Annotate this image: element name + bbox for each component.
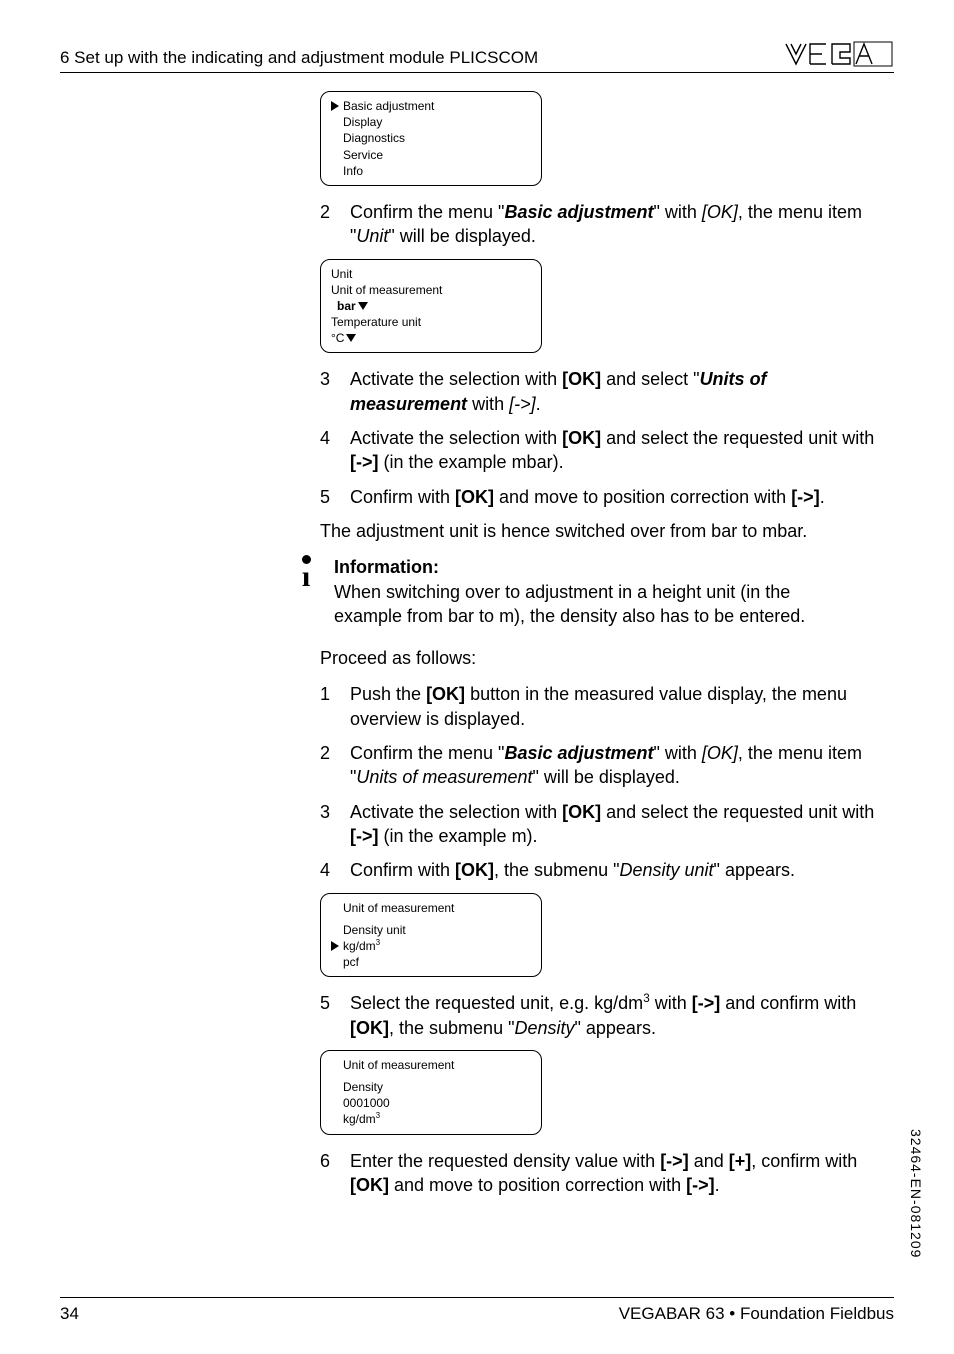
lcd-menu-main: Basic adjustment Display Diagnostics Ser…	[320, 91, 542, 186]
page-number: 34	[60, 1304, 79, 1324]
step-item: 3 Activate the selection with [OK] and s…	[320, 367, 884, 416]
step-item: 5 Confirm with [OK] and move to position…	[320, 485, 884, 509]
info-icon: ı	[294, 555, 318, 587]
step-number: 5	[320, 485, 350, 509]
lcd-item: bar	[337, 298, 356, 314]
lcd-item: pcf	[343, 954, 359, 970]
lcd-item: Unit	[331, 266, 352, 282]
lcd-item: Density unit	[343, 922, 406, 938]
lcd-item: Basic adjustment	[343, 98, 434, 114]
vega-logo	[784, 40, 894, 68]
section-header: 6 Set up with the indicating and adjustm…	[60, 48, 538, 68]
step-item: 5 Select the requested unit, e.g. kg/dm3…	[320, 991, 884, 1040]
step-number: 1	[320, 682, 350, 706]
pointer-icon	[331, 941, 339, 951]
lcd-unit: Unit Unit of measurement bar Temperature…	[320, 259, 542, 354]
lcd-item: Unit of measurement	[331, 282, 442, 298]
lcd-item: Info	[343, 163, 363, 179]
lcd-density: Unit of measurement Density 0001000 kg/d…	[320, 1050, 542, 1135]
product-name: VEGABAR 63 • Foundation Fieldbus	[619, 1304, 894, 1324]
lcd-item: Density	[343, 1079, 383, 1095]
lcd-item: 0001000	[343, 1095, 390, 1111]
step-number: 3	[320, 800, 350, 824]
lcd-item: Diagnostics	[343, 130, 405, 146]
lcd-item: Unit of measurement	[343, 900, 454, 916]
step-number: 2	[320, 200, 350, 224]
lcd-density-unit: Unit of measurement Density unit kg/dm3 …	[320, 893, 542, 978]
paragraph: Proceed as follows:	[320, 646, 884, 670]
step-item: 4 Confirm with [OK], the submenu "Densit…	[320, 858, 884, 882]
info-title: Information:	[334, 557, 439, 577]
lcd-item: Display	[343, 114, 382, 130]
pointer-icon	[331, 101, 339, 111]
lcd-item: Service	[343, 147, 383, 163]
info-body: When switching over to adjustment in a h…	[334, 582, 805, 626]
step-number: 4	[320, 858, 350, 882]
lcd-item: Unit of measurement	[343, 1057, 454, 1073]
paragraph: The adjustment unit is hence switched ov…	[320, 519, 884, 543]
step-number: 2	[320, 741, 350, 765]
step-item: 2 Confirm the menu "Basic adjustment" wi…	[320, 741, 884, 790]
lcd-item: °C	[331, 330, 344, 346]
lcd-item: kg/dm3	[343, 938, 380, 954]
chevron-down-icon	[358, 302, 368, 310]
chevron-down-icon	[346, 334, 356, 342]
lcd-item: Temperature unit	[331, 314, 421, 330]
step-item: 4 Activate the selection with [OK] and s…	[320, 426, 884, 475]
lcd-item: kg/dm3	[343, 1111, 380, 1127]
step-number: 4	[320, 426, 350, 450]
step-item: 3 Activate the selection with [OK] and s…	[320, 800, 884, 849]
step-number: 3	[320, 367, 350, 391]
step-number: 5	[320, 991, 350, 1015]
doc-number-vertical: 32464-EN-081209	[908, 1129, 924, 1258]
step-item: 6 Enter the requested density value with…	[320, 1149, 884, 1198]
step-number: 6	[320, 1149, 350, 1173]
step-item: 2 Confirm the menu "Basic adjustment" wi…	[320, 200, 884, 249]
step-item: 1 Push the [OK] button in the measured v…	[320, 682, 884, 731]
